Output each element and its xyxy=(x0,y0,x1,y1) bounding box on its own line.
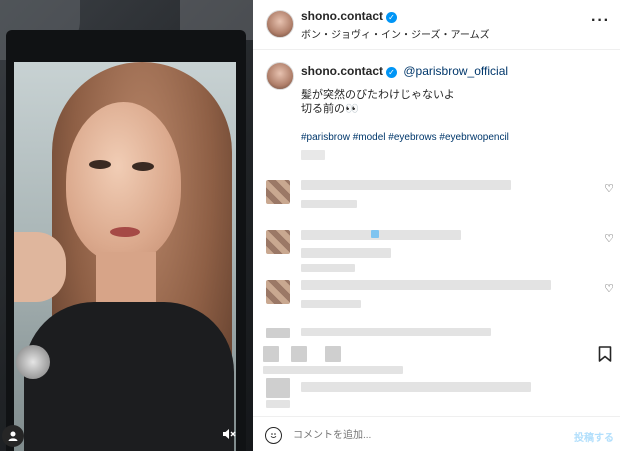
lips xyxy=(110,227,140,237)
comment-item: ♡ xyxy=(253,278,620,322)
caption-line: 髪が突然のびたわけじゃないよ xyxy=(301,89,455,101)
photo-screen xyxy=(14,62,236,451)
action-blurred xyxy=(325,346,341,362)
heart-icon[interactable]: ♡ xyxy=(604,232,614,245)
pin-badge xyxy=(16,345,50,379)
comment-emoji-blurred xyxy=(371,230,379,238)
actions-row xyxy=(253,338,620,378)
hashtags[interactable]: #parisbrow #model #eyebrows #eyebrwopenc… xyxy=(301,132,509,143)
post-details-pane: shono.contact ✓ ボン・ジョヴィ・イン・ジーズ・アームズ ··· s… xyxy=(253,0,620,452)
face xyxy=(66,102,181,262)
liker-avatars-blurred xyxy=(266,378,290,398)
muted-speaker-icon[interactable] xyxy=(218,423,240,445)
verified-badge-icon: ✓ xyxy=(386,67,398,78)
verified-badge-icon: ✓ xyxy=(386,12,398,23)
post-media[interactable] xyxy=(0,0,253,451)
avatar[interactable] xyxy=(266,280,290,304)
comment-meta-blurred xyxy=(301,300,361,308)
heart-icon[interactable]: ♡ xyxy=(604,282,614,295)
avatar[interactable] xyxy=(266,230,290,254)
post-button[interactable]: 投稿する xyxy=(574,429,614,444)
caption-text: 髪が突然のびたわけじゃないよ 切る前の👀 xyxy=(301,88,455,116)
caption-username[interactable]: shono.contact xyxy=(301,64,383,78)
more-options-icon[interactable]: ··· xyxy=(591,12,610,30)
comment-item: ♡ xyxy=(253,178,620,222)
avatar[interactable] xyxy=(266,180,290,204)
likes-blurred xyxy=(263,366,403,374)
comment-composer: 投稿する xyxy=(253,416,620,452)
eye xyxy=(132,162,154,171)
location-link[interactable]: ボン・ジョヴィ・イン・ジーズ・アームズ xyxy=(301,26,490,41)
username-text[interactable]: shono.contact xyxy=(301,9,383,23)
comment-blurred xyxy=(301,280,551,290)
action-blurred xyxy=(263,346,279,362)
timestamp-blurred xyxy=(301,150,325,160)
liked-by-blurred xyxy=(301,382,531,392)
avatar-blurred xyxy=(266,328,290,338)
caption-line: 切る前の👀 xyxy=(301,103,359,115)
eye xyxy=(89,160,111,169)
author-username[interactable]: shono.contact ✓ xyxy=(301,9,398,23)
comment-meta-blurred xyxy=(331,200,357,208)
user-tag-icon[interactable] xyxy=(2,425,24,447)
caption-header: shono.contact ✓ @parisbrow_official xyxy=(301,64,508,78)
heart-icon[interactable]: ♡ xyxy=(604,182,614,195)
post-header: shono.contact ✓ ボン・ジョヴィ・イン・ジーズ・アームズ ··· xyxy=(253,0,620,50)
action-blurred xyxy=(291,346,307,362)
avatar[interactable] xyxy=(266,62,294,90)
comment-meta-blurred xyxy=(301,264,355,272)
comment-blurred xyxy=(301,230,461,240)
post-date-blurred xyxy=(266,400,290,408)
comment-input[interactable] xyxy=(293,427,543,443)
comment-blurred xyxy=(301,328,491,336)
bookmark-icon[interactable] xyxy=(598,346,612,367)
mention-link[interactable]: @parisbrow_official xyxy=(403,64,508,78)
black-top xyxy=(24,302,234,451)
emoji-icon[interactable] xyxy=(265,427,282,444)
comment-blurred xyxy=(301,248,391,258)
comment-blurred xyxy=(301,180,511,190)
hand xyxy=(14,232,66,302)
comment-item: ♡ xyxy=(253,228,620,272)
avatar[interactable] xyxy=(266,10,294,38)
